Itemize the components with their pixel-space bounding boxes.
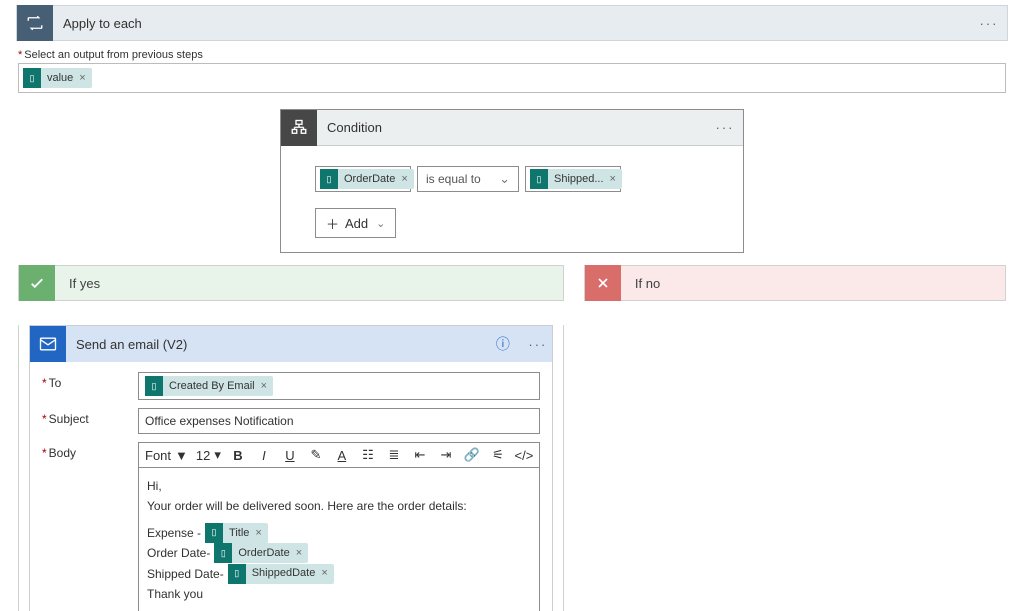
condition-title: Condition xyxy=(327,120,707,135)
remove-token-icon[interactable]: × xyxy=(321,564,333,583)
caret-down-icon: ▼ xyxy=(175,448,188,463)
token-shippeddate[interactable]: ▯ ShippedDate × xyxy=(228,564,334,584)
if-no-header[interactable]: If no xyxy=(584,265,1006,301)
to-label: To xyxy=(42,372,138,390)
highlight-icon[interactable]: ✎ xyxy=(307,446,325,464)
condition-icon xyxy=(281,110,317,146)
outlook-icon xyxy=(30,326,66,362)
bold-icon[interactable]: B xyxy=(229,446,247,464)
caret-down-icon: ▾ xyxy=(214,447,221,463)
plus-icon: ＋ xyxy=(326,214,339,233)
send-email-header[interactable]: Send an email (V2) ⓘ ··· xyxy=(30,326,552,362)
subject-label: Subject xyxy=(42,408,138,426)
remove-token-icon[interactable]: × xyxy=(255,524,267,543)
token-created-by-email[interactable]: ▯ Created By Email × xyxy=(145,376,273,396)
font-size-select[interactable]: 12 ▾ xyxy=(196,447,221,463)
fx-icon: ▯ xyxy=(320,169,338,189)
condition-right-value[interactable]: ▯ Shipped... × xyxy=(525,166,621,192)
remove-token-icon[interactable]: × xyxy=(401,173,413,185)
add-condition-button[interactable]: ＋ Add ⌄ xyxy=(315,208,396,238)
condition-menu[interactable]: ··· xyxy=(707,120,743,135)
token-value[interactable]: ▯ value × xyxy=(23,68,92,88)
remove-token-icon[interactable]: × xyxy=(296,544,308,563)
link-icon[interactable]: 🔗 xyxy=(463,446,481,464)
fx-icon: ▯ xyxy=(23,68,41,88)
email-menu[interactable]: ··· xyxy=(524,337,552,352)
token-title[interactable]: ▯ Title × xyxy=(205,523,268,543)
chevron-down-icon: ⌄ xyxy=(499,171,510,187)
remove-token-icon[interactable]: × xyxy=(261,380,273,392)
indent-icon[interactable]: ⇥ xyxy=(437,446,455,464)
body-editor[interactable]: Hi, Your order will be delivered soon. H… xyxy=(138,467,540,611)
fx-icon: ▯ xyxy=(145,376,163,396)
chevron-down-icon: ⌄ xyxy=(376,217,385,230)
previous-output-label: Select an output from previous steps xyxy=(18,49,1006,61)
loop-icon xyxy=(17,5,53,41)
outdent-icon[interactable]: ⇤ xyxy=(411,446,429,464)
font-color-icon[interactable]: A xyxy=(333,446,351,464)
apply-to-each-header[interactable]: Apply to each ··· xyxy=(16,5,1008,41)
subject-input[interactable]: Office expenses Notification xyxy=(138,408,540,434)
help-icon[interactable]: ⓘ xyxy=(496,334,524,354)
underline-icon[interactable]: U xyxy=(281,446,299,464)
if-yes-header[interactable]: If yes xyxy=(18,265,564,301)
to-input[interactable]: ▯ Created By Email × xyxy=(138,372,540,400)
apply-to-each-menu[interactable]: ··· xyxy=(971,16,1007,31)
condition-header[interactable]: Condition ··· xyxy=(281,110,743,146)
rich-text-toolbar: Font ▼ 12 ▾ B I U xyxy=(138,442,540,467)
remove-token-icon[interactable]: × xyxy=(610,173,622,185)
clear-format-icon[interactable]: ⚟ xyxy=(489,446,507,464)
fx-icon: ▯ xyxy=(214,543,232,563)
token-orderdate[interactable]: ▯ OrderDate × xyxy=(214,543,308,563)
condition-operator-select[interactable]: is equal to ⌄ xyxy=(417,166,519,192)
token-shippeddate[interactable]: ▯ Shipped... × xyxy=(530,169,622,189)
font-family-select[interactable]: Font ▼ xyxy=(145,448,188,463)
apply-to-each-title: Apply to each xyxy=(63,16,971,31)
numbered-list-icon[interactable]: ≣ xyxy=(385,446,403,464)
condition-card: Condition ··· ▯ OrderDate × is equal to … xyxy=(280,109,744,253)
fx-icon: ▯ xyxy=(228,564,246,584)
close-icon xyxy=(585,265,621,301)
body-label: Body xyxy=(42,442,138,460)
bullet-list-icon[interactable]: ☷ xyxy=(359,446,377,464)
remove-token-icon[interactable]: × xyxy=(79,72,91,84)
condition-left-value[interactable]: ▯ OrderDate × xyxy=(315,166,411,192)
code-view-icon[interactable]: </> xyxy=(515,446,533,464)
token-orderdate[interactable]: ▯ OrderDate × xyxy=(320,169,414,189)
fx-icon: ▯ xyxy=(530,169,548,189)
send-email-action: Send an email (V2) ⓘ ··· To ▯ Created By… xyxy=(29,325,553,611)
fx-icon: ▯ xyxy=(205,523,223,543)
italic-icon[interactable]: I xyxy=(255,446,273,464)
previous-output-input[interactable]: ▯ value × xyxy=(18,63,1006,93)
check-icon xyxy=(19,265,55,301)
